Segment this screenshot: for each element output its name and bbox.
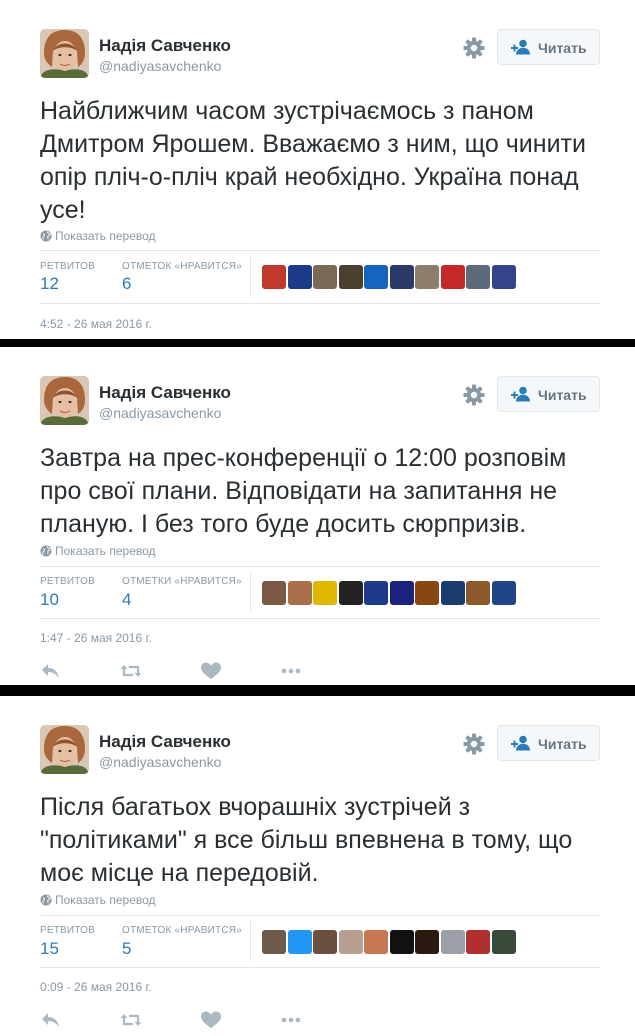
stats-separator [250, 572, 251, 612]
heart-icon[interactable] [200, 661, 222, 681]
liker-avatar[interactable] [313, 265, 337, 289]
divider [40, 618, 600, 619]
divider [40, 967, 600, 968]
liker-avatar[interactable] [466, 265, 490, 289]
divider [40, 250, 600, 251]
tweet-timestamp[interactable]: 0:09 - 26 мая 2016 г. [40, 980, 152, 994]
liker-avatar[interactable] [364, 581, 388, 605]
follow-button[interactable]: Читать [497, 376, 600, 412]
liker-avatar[interactable] [491, 265, 516, 289]
tweet-timestamp[interactable]: 1:47 - 26 мая 2016 г. [40, 631, 152, 645]
author-name[interactable]: Надія Савченко [99, 36, 231, 56]
gear-icon[interactable] [462, 36, 486, 60]
stats-separator [250, 921, 251, 961]
avatar[interactable] [40, 725, 89, 774]
globe-icon [40, 545, 52, 557]
liker-avatar[interactable] [338, 265, 363, 289]
gear-icon[interactable] [462, 383, 486, 407]
liker-avatar[interactable] [313, 930, 337, 954]
tweet-card: Надія Савченко @nadiyasavchenko Читать Н… [0, 0, 635, 339]
liker-avatar[interactable] [491, 930, 516, 954]
translate-label: Показать перевод [55, 893, 156, 907]
liker-avatar[interactable] [287, 581, 312, 605]
author-handle[interactable]: @nadiyasavchenko [99, 58, 221, 74]
liker-avatar[interactable] [466, 930, 490, 954]
liker-avatar[interactable] [262, 581, 286, 605]
reply-icon[interactable] [40, 1010, 62, 1030]
follow-button-label: Читать [538, 736, 587, 752]
liker-avatar[interactable] [364, 265, 388, 289]
follow-button[interactable]: Читать [497, 29, 600, 65]
follow-button-label: Читать [538, 40, 587, 56]
liker-avatar[interactable] [287, 265, 312, 289]
heart-icon[interactable] [200, 1010, 222, 1030]
likes-count[interactable]: 4 [122, 590, 131, 610]
retweets-count[interactable]: 10 [40, 590, 59, 610]
translate-link[interactable]: Показать перевод [40, 893, 156, 909]
avatar[interactable] [40, 376, 89, 425]
retweets-label: РЕТВИТОВ [40, 576, 96, 587]
liker-avatar[interactable] [440, 930, 465, 954]
tweet-text: Завтра на прес-конференції о 12:00 розпо… [40, 444, 567, 538]
liker-avatar[interactable] [389, 265, 414, 289]
likes-count[interactable]: 5 [122, 939, 131, 959]
liker-avatar[interactable] [491, 581, 516, 605]
retweet-icon[interactable] [120, 1010, 142, 1030]
liker-avatar[interactable] [389, 581, 414, 605]
author-name[interactable]: Надія Савченко [99, 383, 231, 403]
likes-label: ОТМЕТКИ «НРАВИТСЯ» [122, 576, 242, 587]
author-handle[interactable]: @nadiyasavchenko [99, 754, 221, 770]
avatar[interactable] [40, 29, 89, 78]
liker-avatar[interactable] [440, 581, 465, 605]
retweets-count[interactable]: 15 [40, 939, 59, 959]
more-dots-icon[interactable] [280, 1010, 302, 1030]
translate-link[interactable]: Показать перевод [40, 229, 156, 245]
liker-avatar[interactable] [440, 265, 465, 289]
likes-label: ОТМЕТОК «НРАВИТСЯ» [122, 925, 242, 936]
divider [40, 915, 600, 916]
author-name[interactable]: Надія Савченко [99, 732, 231, 752]
retweets-label: РЕТВИТОВ [40, 925, 96, 936]
author-handle[interactable]: @nadiyasavchenko [99, 405, 221, 421]
translate-link[interactable]: Показать перевод [40, 544, 156, 560]
divider [40, 303, 600, 304]
tweet-card: Надія Савченко @nadiyasavchenko Читать З… [0, 347, 635, 685]
liker-avatar[interactable] [415, 930, 439, 954]
liker-avatar[interactable] [338, 581, 363, 605]
tweet-card: Надія Савченко @nadiyasavchenko Читать П… [0, 696, 635, 1036]
retweets-label: РЕТВИТОВ [40, 261, 96, 272]
liker-avatar[interactable] [313, 581, 337, 605]
translate-label: Показать перевод [55, 544, 156, 558]
liker-avatar[interactable] [262, 265, 286, 289]
likes-count[interactable]: 6 [122, 274, 131, 294]
person-add-icon [511, 735, 530, 751]
translate-label: Показать перевод [55, 229, 156, 243]
retweet-icon[interactable] [120, 661, 142, 681]
globe-icon [40, 894, 52, 906]
person-add-icon [511, 39, 530, 55]
divider [40, 566, 600, 567]
more-dots-icon[interactable] [280, 661, 302, 681]
tweet-text: Найближчим часом зустрічаємось з паном Д… [40, 97, 586, 224]
gear-icon[interactable] [462, 732, 486, 756]
likes-label: ОТМЕТОК «НРАВИТСЯ» [122, 261, 242, 272]
stats-separator [250, 257, 251, 297]
globe-icon [40, 230, 52, 242]
liker-avatar[interactable] [389, 930, 414, 954]
tweet-timestamp[interactable]: 4:52 - 26 мая 2016 г. [40, 317, 152, 331]
liker-avatar[interactable] [466, 581, 490, 605]
follow-button-label: Читать [538, 387, 587, 403]
liker-avatar[interactable] [364, 930, 388, 954]
reply-icon[interactable] [40, 661, 62, 681]
liker-avatar[interactable] [415, 265, 439, 289]
follow-button[interactable]: Читать [497, 725, 600, 761]
liker-avatar[interactable] [338, 930, 363, 954]
liker-avatar[interactable] [262, 930, 286, 954]
tweet-text: Після багатьох вчорашніх зустрічей з "по… [40, 793, 573, 887]
liker-avatar[interactable] [287, 930, 312, 954]
person-add-icon [511, 386, 530, 402]
retweets-count[interactable]: 12 [40, 274, 59, 294]
liker-avatar[interactable] [415, 581, 439, 605]
